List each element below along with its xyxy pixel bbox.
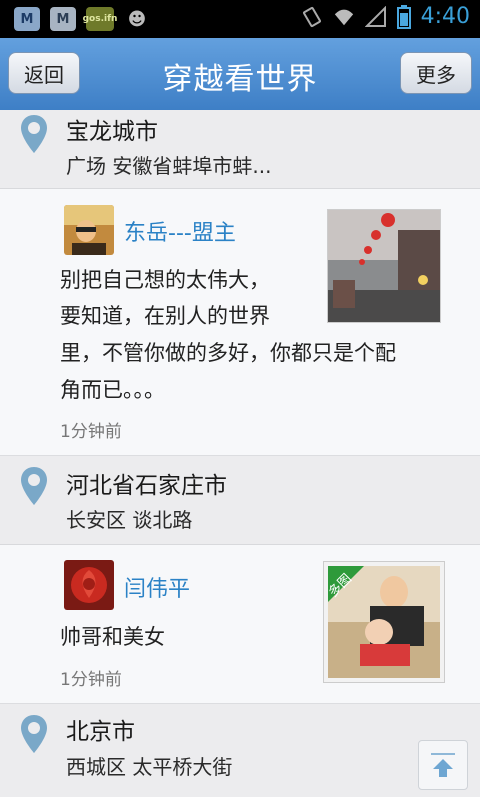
title-bar: 返回 穿越看世界 更多 <box>0 38 480 110</box>
post-text-line: 里，不管你做的多好，你都只是个配 <box>60 341 396 365</box>
news-app-icon: gos.ifn <box>83 7 117 31</box>
location-address: 西城区 太平桥大街 <box>66 755 233 779</box>
m-app-icon-2: M <box>50 7 76 31</box>
user-name[interactable]: 东岳---盟主 <box>124 215 236 247</box>
more-button[interactable]: 更多 <box>400 52 472 94</box>
post-time: 1分钟前 <box>60 422 122 442</box>
user-name[interactable]: 闫伟平 <box>124 571 190 603</box>
location-title: 河北省石家庄市 <box>66 473 227 499</box>
location-title: 宝龙城市 <box>66 119 158 145</box>
user-avatar[interactable] <box>64 560 114 610</box>
scroll-to-top-button[interactable] <box>418 740 468 790</box>
clock: 4:40 <box>420 4 470 29</box>
m-app-icon: M <box>14 7 40 31</box>
post-text-line: 别把自己想的太伟大， <box>60 268 270 292</box>
location-address: 广场 安徽省蚌埠市蚌... <box>66 154 272 178</box>
wifi-icon <box>334 9 353 25</box>
vibrate-icon <box>302 6 321 27</box>
location-title: 北京市 <box>66 719 135 745</box>
post-item[interactable]: 东岳---盟主 别把自己想的太伟大， 要知道，在别人的世界 里，不管你做的多好，… <box>0 189 480 456</box>
location-pin-icon <box>21 715 47 753</box>
battery-icon <box>396 4 411 29</box>
location-header[interactable]: 北京市 西城区 太平桥大街 <box>0 704 480 797</box>
post-image[interactable] <box>327 209 441 323</box>
android-icon: ☻ <box>127 8 147 30</box>
post-text-line: 帅哥和美女 <box>60 625 165 649</box>
post-text-line: 要知道，在别人的世界 <box>60 304 270 328</box>
post-item[interactable]: 闫伟平 多图 帅哥和美女 1分钟前 <box>0 545 480 704</box>
location-pin-icon <box>21 467 47 505</box>
cell-signal-icon <box>364 5 386 27</box>
location-header[interactable]: 宝龙城市 广场 安徽省蚌埠市蚌... <box>0 110 480 189</box>
arrow-up-icon <box>431 753 455 777</box>
post-time: 1分钟前 <box>60 670 122 690</box>
post-text-line: 角而已。。。 <box>60 378 165 402</box>
user-avatar[interactable] <box>64 205 114 255</box>
status-bar: M M gos.ifn ☻ 4:40 <box>0 0 480 38</box>
location-address: 长安区 谈北路 <box>66 508 193 532</box>
location-pin-icon <box>21 115 47 153</box>
location-header[interactable]: 河北省石家庄市 长安区 谈北路 <box>0 456 480 545</box>
